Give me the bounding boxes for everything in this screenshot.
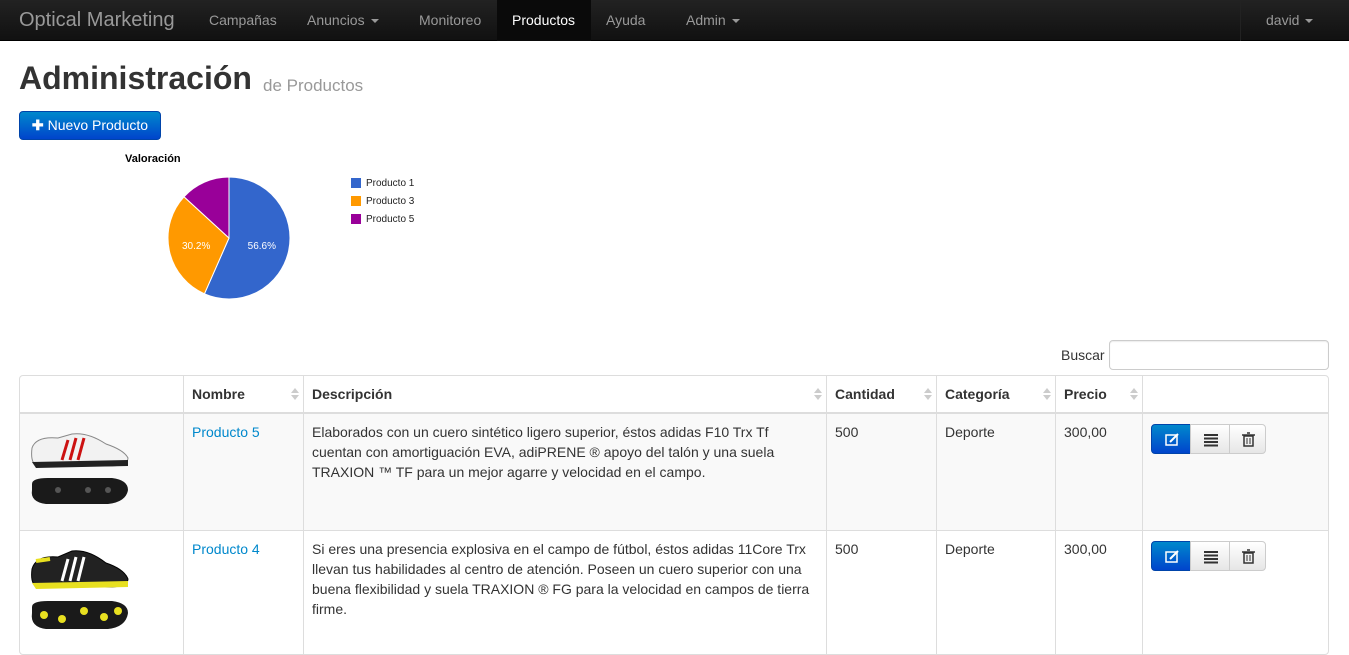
products-table: Nombre Descripción Cantidad Categoría Pr… <box>19 375 1329 655</box>
nav-divider <box>1240 0 1241 41</box>
caret-down-icon <box>731 19 740 24</box>
nav-label: Ayuda <box>606 12 646 28</box>
legend-swatch <box>351 178 361 189</box>
edit-icon <box>1165 433 1179 446</box>
pie-slice-label: 30.2% <box>182 241 210 252</box>
product-image-cell <box>20 414 183 530</box>
column-header-label: Cantidad <box>835 386 895 402</box>
search-input[interactable] <box>1109 340 1329 370</box>
column-header-cantidad[interactable]: Cantidad <box>826 376 936 413</box>
legend-item: Producto 5 <box>351 214 414 226</box>
nav-label: Productos <box>512 12 576 28</box>
sort-icon <box>814 388 822 400</box>
details-button[interactable] <box>1190 541 1230 571</box>
trash-icon <box>1242 549 1255 564</box>
trash-icon <box>1242 432 1255 447</box>
product-name-link[interactable]: Producto 5 <box>192 424 260 440</box>
shoe-black-yellow-image <box>31 550 129 629</box>
edit-button[interactable] <box>1151 424 1191 454</box>
product-quantity-cell: 500 <box>826 531 936 654</box>
sort-icon <box>1130 388 1138 400</box>
shoe-white-red-image <box>31 433 129 504</box>
sort-icon <box>291 388 299 400</box>
product-name-link[interactable]: Producto 4 <box>192 541 260 557</box>
sort-icon <box>924 388 932 400</box>
edit-button[interactable] <box>1151 541 1191 571</box>
table-row: Producto 4 Si eres una presencia explosi… <box>20 530 1328 654</box>
legend-swatch <box>351 214 361 225</box>
pie-chart: 56.6% 30.2% <box>167 176 291 300</box>
product-price-cell: 300,00 <box>1055 414 1142 530</box>
product-category-cell: Deporte <box>936 531 1055 654</box>
product-price-cell: 300,00 <box>1055 531 1142 654</box>
column-header-nombre[interactable]: Nombre <box>183 376 303 413</box>
list-icon <box>1204 551 1218 564</box>
nav-productos[interactable]: Productos <box>497 0 591 41</box>
user-name: david <box>1266 12 1300 28</box>
column-header-actions <box>1142 376 1328 413</box>
details-button[interactable] <box>1190 424 1230 454</box>
nav-admin[interactable]: Admin <box>671 0 755 41</box>
legend-item: Producto 3 <box>351 196 414 208</box>
caret-down-icon <box>1305 19 1314 24</box>
delete-button[interactable] <box>1229 424 1266 454</box>
legend-item: Producto 1 <box>351 178 414 190</box>
column-header-categoria[interactable]: Categoría <box>936 376 1055 413</box>
search-label: Buscar <box>1061 347 1105 363</box>
user-menu[interactable]: david <box>1251 0 1328 41</box>
legend-label: Producto 5 <box>366 214 415 225</box>
nav-label: Admin <box>686 12 726 28</box>
legend-label: Producto 3 <box>366 196 415 207</box>
legend-label: Producto 1 <box>366 178 415 189</box>
legend-swatch <box>351 196 361 207</box>
column-header-image <box>20 376 183 413</box>
product-category-cell: Deporte <box>936 414 1055 530</box>
column-header-precio[interactable]: Precio <box>1055 376 1142 413</box>
product-actions-cell <box>1142 414 1328 530</box>
sort-icon <box>1043 388 1051 400</box>
column-header-label: Categoría <box>945 386 1010 402</box>
delete-button[interactable] <box>1229 541 1266 571</box>
product-name-cell: Producto 5 <box>183 414 303 530</box>
product-image-cell <box>20 531 183 654</box>
nav-ayuda[interactable]: Ayuda <box>591 0 660 41</box>
column-header-label: Descripción <box>312 386 393 402</box>
table-row: Producto 5 Elaborados con un cuero sinté… <box>20 413 1328 530</box>
column-header-label: Nombre <box>192 386 245 402</box>
product-name-cell: Producto 4 <box>183 531 303 654</box>
product-description-cell: Elaborados con un cuero sintético ligero… <box>303 414 826 530</box>
pie-slice-label: 56.6% <box>248 241 276 252</box>
product-quantity-cell: 500 <box>826 414 936 530</box>
product-description-cell: Si eres una presencia explosiva en el ca… <box>303 531 826 654</box>
edit-icon <box>1165 550 1179 563</box>
column-header-descripcion[interactable]: Descripción <box>303 376 826 413</box>
list-icon <box>1204 434 1218 447</box>
product-actions-cell <box>1142 531 1328 654</box>
column-header-label: Precio <box>1064 386 1107 402</box>
